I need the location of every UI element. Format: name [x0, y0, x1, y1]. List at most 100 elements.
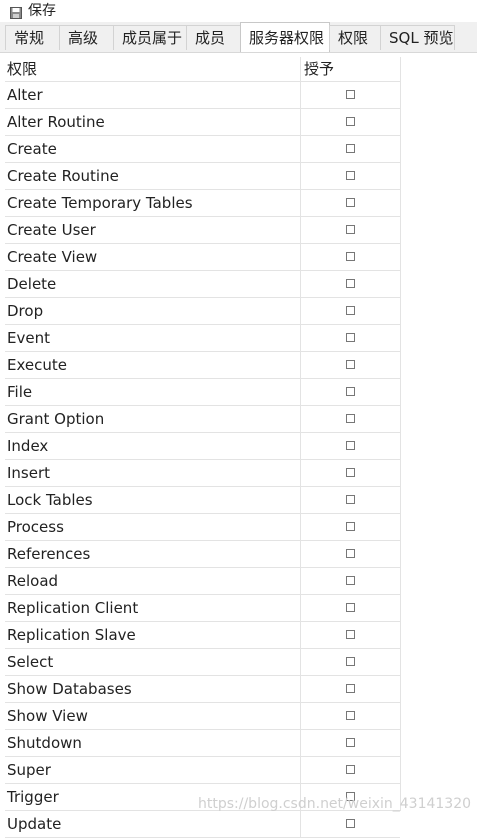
grant-cell — [301, 811, 400, 837]
table-row[interactable]: Execute — [5, 352, 400, 379]
save-button[interactable]: 保存 — [10, 0, 56, 20]
grant-checkbox[interactable] — [346, 198, 355, 207]
table-row[interactable]: Alter — [5, 82, 400, 109]
tab-advanced[interactable]: 高级 — [59, 25, 114, 50]
table-row[interactable]: Index — [5, 433, 400, 460]
table-row[interactable]: Replication Slave — [5, 622, 400, 649]
table-row[interactable]: Process — [5, 514, 400, 541]
table-row[interactable]: Shutdown — [5, 730, 400, 757]
table-row[interactable]: Reload — [5, 568, 400, 595]
grant-checkbox[interactable] — [346, 576, 355, 585]
grant-checkbox[interactable] — [346, 630, 355, 639]
grant-cell — [301, 406, 400, 432]
grant-cell — [301, 82, 400, 108]
floppy-disk-icon — [10, 4, 22, 19]
table-row[interactable]: Create Routine — [5, 163, 400, 190]
grant-cell — [301, 703, 400, 729]
privilege-name: File — [7, 383, 33, 401]
table-row[interactable]: Show Databases — [5, 676, 400, 703]
grant-cell — [301, 433, 400, 459]
grant-checkbox[interactable] — [346, 468, 355, 477]
grant-checkbox[interactable] — [346, 441, 355, 450]
grant-cell — [301, 487, 400, 513]
grant-checkbox[interactable] — [346, 117, 355, 126]
privilege-name: Drop — [7, 302, 44, 320]
grant-checkbox[interactable] — [346, 657, 355, 666]
grant-checkbox[interactable] — [346, 684, 355, 693]
table-row[interactable]: Super — [5, 757, 400, 784]
grant-cell — [301, 460, 400, 486]
grant-checkbox[interactable] — [346, 387, 355, 396]
grant-checkbox[interactable] — [346, 495, 355, 504]
grant-checkbox[interactable] — [346, 414, 355, 423]
column-header-privilege[interactable]: 权限 — [7, 57, 300, 81]
grant-cell — [301, 541, 400, 567]
table-row[interactable]: Update — [5, 811, 400, 838]
grant-checkbox[interactable] — [346, 360, 355, 369]
grant-checkbox[interactable] — [346, 252, 355, 261]
table-row[interactable]: Insert — [5, 460, 400, 487]
privilege-name: Create User — [7, 221, 96, 239]
privileges-grid: 权限 授予 Alter Alter Routine Create Create Rou… — [5, 57, 400, 838]
grant-cell — [301, 676, 400, 702]
grant-checkbox[interactable] — [346, 279, 355, 288]
privilege-name: Select — [7, 653, 54, 671]
table-row[interactable]: Create Temporary Tables — [5, 190, 400, 217]
grant-cell — [301, 136, 400, 162]
table-row[interactable]: Lock Tables — [5, 487, 400, 514]
table-row[interactable]: Create View — [5, 244, 400, 271]
table-row[interactable]: References — [5, 541, 400, 568]
tab-member-of[interactable]: 成员属于 — [113, 25, 187, 50]
grant-cell — [301, 649, 400, 675]
tab-general[interactable]: 常规 — [5, 25, 60, 50]
privilege-name: Replication Slave — [7, 626, 136, 644]
grant-checkbox[interactable] — [346, 225, 355, 234]
grant-cell — [301, 190, 400, 216]
tab-members[interactable]: 成员 — [186, 25, 241, 50]
tab-server-privileges[interactable]: 服务器权限 — [240, 22, 330, 52]
privilege-name: Insert — [7, 464, 51, 482]
privilege-name: Reload — [7, 572, 59, 590]
grant-checkbox[interactable] — [346, 738, 355, 747]
privilege-name: Show Databases — [7, 680, 132, 698]
table-row[interactable]: Drop — [5, 298, 400, 325]
grant-cell — [301, 217, 400, 243]
grant-cell — [301, 595, 400, 621]
table-row[interactable]: Create User — [5, 217, 400, 244]
privilege-name: Show View — [7, 707, 88, 725]
privilege-name: Process — [7, 518, 64, 536]
table-row[interactable]: Show View — [5, 703, 400, 730]
grant-checkbox[interactable] — [346, 90, 355, 99]
tab-sql-preview[interactable]: SQL 预览 — [380, 25, 455, 50]
grant-cell — [301, 271, 400, 297]
grant-checkbox[interactable] — [346, 306, 355, 315]
table-row[interactable]: Create — [5, 136, 400, 163]
grant-checkbox[interactable] — [346, 711, 355, 720]
privilege-name: Replication Client — [7, 599, 139, 617]
table-row[interactable]: Select — [5, 649, 400, 676]
privilege-name: Grant Option — [7, 410, 105, 428]
table-row[interactable]: Grant Option — [5, 406, 400, 433]
table-row[interactable]: Delete — [5, 271, 400, 298]
table-row[interactable]: Replication Client — [5, 595, 400, 622]
grant-cell — [301, 244, 400, 270]
privilege-name: Create Routine — [7, 167, 119, 185]
tab-privileges[interactable]: 权限 — [329, 25, 381, 50]
privilege-name: Delete — [7, 275, 57, 293]
table-row[interactable]: Event — [5, 325, 400, 352]
privilege-name: Super — [7, 761, 51, 779]
grant-checkbox[interactable] — [346, 549, 355, 558]
table-row[interactable]: File — [5, 379, 400, 406]
grant-checkbox[interactable] — [346, 144, 355, 153]
column-header-grant[interactable]: 授予 — [301, 57, 400, 81]
grant-checkbox[interactable] — [346, 765, 355, 774]
table-row[interactable]: Alter Routine — [5, 109, 400, 136]
grant-checkbox[interactable] — [346, 603, 355, 612]
grant-checkbox[interactable] — [346, 333, 355, 342]
watermark: https://blog.csdn.net/weixin_43141320 — [198, 796, 472, 812]
grant-checkbox[interactable] — [346, 171, 355, 180]
grant-header-label: 授予 — [304, 60, 335, 78]
grant-checkbox[interactable] — [346, 522, 355, 531]
grant-cell — [301, 298, 400, 324]
grant-cell — [301, 352, 400, 378]
